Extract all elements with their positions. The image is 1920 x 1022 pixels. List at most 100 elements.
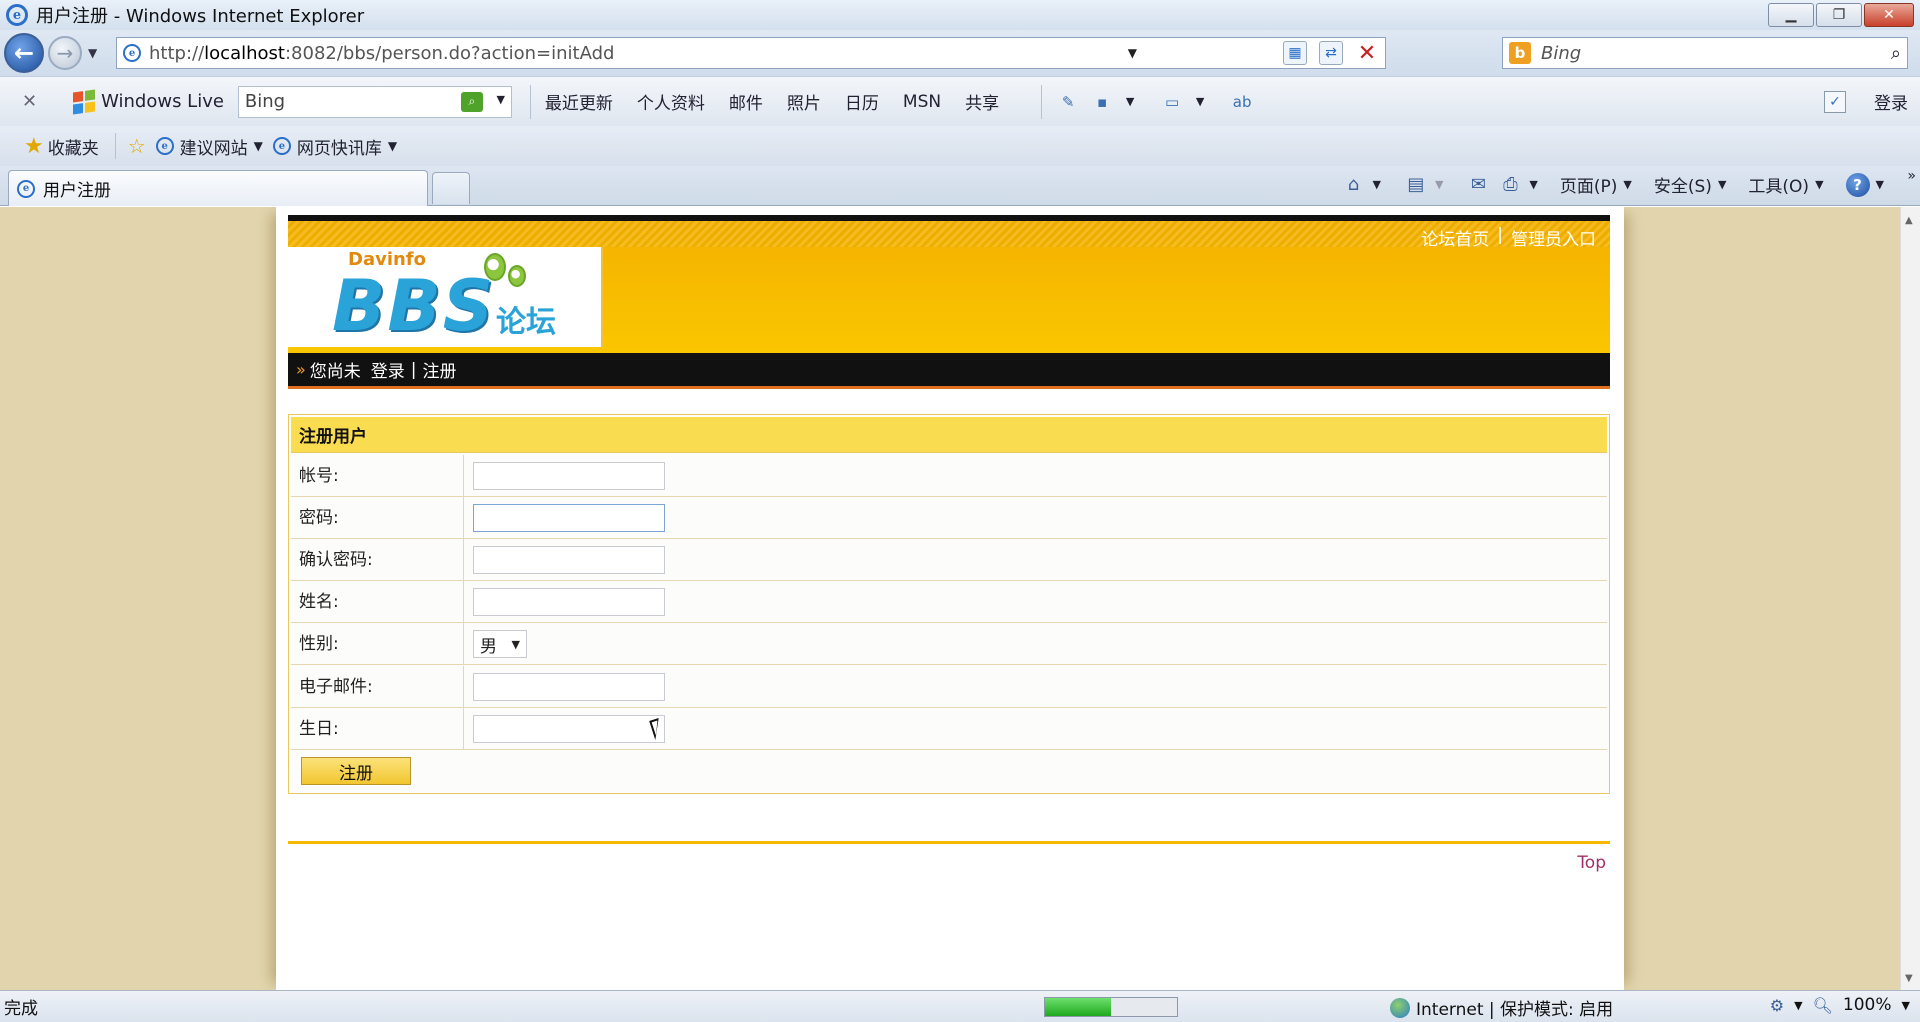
back-to-top-link[interactable]: Top: [1577, 853, 1606, 873]
security-zone[interactable]: Internet | 保护模式: 启用: [1390, 995, 1613, 1020]
stop-icon[interactable]: ✕: [1355, 41, 1379, 66]
settings-icon[interactable]: ⚙: [1770, 996, 1784, 1015]
password-input[interactable]: [473, 504, 665, 532]
forward-button[interactable]: →: [48, 36, 82, 70]
compatibility-view-icon[interactable]: ▦: [1283, 41, 1307, 65]
home-icon[interactable]: ⌂: [1340, 173, 1366, 197]
window-dropdown-icon[interactable]: ▼: [1194, 91, 1206, 113]
nav-register-link[interactable]: 注册: [423, 357, 457, 382]
settings-dropdown-icon[interactable]: ▼: [1794, 999, 1802, 1012]
page-icon: e: [123, 44, 141, 62]
windows-live-label[interactable]: Windows Live: [101, 91, 224, 112]
url-text[interactable]: http://localhost:8082/bbs/person.do?acti…: [149, 43, 614, 64]
read-mail-icon[interactable]: ✉: [1465, 173, 1491, 197]
live-login-link[interactable]: 登录: [1874, 89, 1908, 114]
confirm-password-input[interactable]: [473, 546, 665, 574]
register-submit-button[interactable]: 注册: [301, 757, 411, 785]
window-titlebar: e 用户注册 - Windows Internet Explorer ▁ ❐ ✕: [0, 0, 1920, 30]
minimize-button[interactable]: ▁: [1768, 3, 1814, 27]
favorites-divider: [114, 133, 116, 159]
link-profile[interactable]: 个人资料: [637, 89, 705, 114]
row-divider: [463, 666, 464, 708]
close-toolbar-icon[interactable]: ✕: [22, 91, 37, 112]
birthday-input[interactable]: [473, 715, 665, 743]
help-icon[interactable]: ?: [1845, 172, 1870, 197]
live-search-dropdown-icon[interactable]: ▼: [496, 93, 504, 106]
window-title: 用户注册 - Windows Internet Explorer: [36, 6, 365, 27]
tab-register[interactable]: e 用户注册: [8, 170, 428, 206]
gender-value: 男: [480, 636, 497, 657]
safety-menu[interactable]: 安全(S): [1654, 172, 1712, 197]
link-msn[interactable]: MSN: [903, 92, 941, 112]
scroll-up-icon[interactable]: ▲: [1905, 215, 1913, 226]
home-dropdown-icon[interactable]: ▼: [1372, 178, 1380, 191]
header-stripes: [288, 221, 1610, 247]
zoom-level[interactable]: 100%: [1843, 995, 1892, 1015]
back-button[interactable]: ←: [4, 33, 44, 73]
link-photos[interactable]: 照片: [787, 89, 821, 114]
help-dropdown-icon[interactable]: ▼: [1876, 178, 1884, 191]
translate-icon[interactable]: ab: [1230, 91, 1254, 113]
ie-logo-icon: e: [6, 4, 28, 26]
favorites-star-icon[interactable]: ★: [24, 134, 44, 159]
admin-entry-link[interactable]: 管理员入口: [1511, 225, 1596, 250]
email-input[interactable]: [473, 673, 665, 701]
site-header: 论坛首页 | 管理员入口 Davinfo BBS 论坛: [288, 215, 1610, 353]
favorites-bar: ★ 收藏夹 ☆ e 建议网站 ▼ e 网页快讯库 ▼: [0, 126, 1920, 166]
history-dropdown-icon[interactable]: ▼: [88, 46, 97, 60]
nav-login-link[interactable]: 登录: [371, 357, 405, 382]
name-input[interactable]: [473, 588, 665, 616]
tools-menu[interactable]: 工具(O): [1748, 172, 1809, 197]
account-input[interactable]: [473, 462, 665, 490]
bbs-page: 论坛首页 | 管理员入口 Davinfo BBS 论坛 » 您尚未 登录 | 注…: [276, 207, 1624, 990]
feeds-dropdown-icon[interactable]: ▼: [1435, 178, 1443, 191]
url-field[interactable]: e http://localhost:8082/bbs/person.do?ac…: [116, 37, 1386, 69]
favorite-label: 网页快讯库: [296, 138, 382, 159]
favorite-suggested-sites[interactable]: e 建议网站 ▼: [155, 134, 263, 159]
zoom-icon[interactable]: 🔍︎: [1813, 996, 1833, 1015]
feeds-icon[interactable]: ▤: [1403, 173, 1429, 197]
favorite-web-slice-gallery[interactable]: e 网页快讯库 ▼: [272, 134, 397, 159]
progress-fill: [1045, 998, 1111, 1016]
nav-separator: |: [410, 359, 417, 380]
refresh-icon[interactable]: ⇄: [1319, 41, 1343, 65]
live-search-input[interactable]: Bing ⌕ ▼: [237, 85, 512, 118]
checkbox-icon[interactable]: ✓: [1824, 90, 1846, 113]
command-bar: ⌂ ▼ ▤ ▼ ✉ ⎙ ▼ 页面(P) ▼ 安全(S) ▼ 工具(O) ▼ ? …: [1340, 172, 1900, 197]
widgets-icon[interactable]: ▪: [1090, 91, 1114, 113]
forum-home-link[interactable]: 论坛首页: [1421, 225, 1489, 250]
link-share[interactable]: 共享: [965, 89, 999, 114]
vertical-scrollbar[interactable]: ▲ ▼: [1900, 207, 1920, 990]
page-viewport: 论坛首页 | 管理员入口 Davinfo BBS 论坛 » 您尚未 登录 | 注…: [0, 207, 1900, 990]
favorites-button[interactable]: 收藏夹: [48, 134, 99, 159]
link-calendar[interactable]: 日历: [845, 89, 879, 114]
tools-dropdown-icon[interactable]: ▼: [1815, 178, 1823, 191]
status-text: 完成: [4, 999, 38, 1019]
field-row-account: 帐号:: [291, 455, 1607, 497]
print-dropdown-icon[interactable]: ▼: [1529, 178, 1537, 191]
toolbar-overflow-icon[interactable]: »: [1907, 168, 1916, 184]
new-tab-button[interactable]: [432, 172, 470, 204]
url-dropdown-icon[interactable]: ▼: [1128, 46, 1137, 60]
register-form: 注册用户 帐号: 密码: 确认密码: 姓名: 性别: 男 ▼ 电子邮件: 生日:…: [288, 414, 1610, 794]
widgets-dropdown-icon[interactable]: ▼: [1124, 91, 1136, 113]
gender-select[interactable]: 男 ▼: [473, 630, 527, 658]
safety-dropdown-icon[interactable]: ▼: [1718, 178, 1726, 191]
search-field[interactable]: b Bing ⌕: [1502, 37, 1908, 69]
scroll-down-icon[interactable]: ▼: [1905, 973, 1913, 984]
live-search-icon[interactable]: ⌕: [460, 91, 483, 112]
zoom-dropdown-icon[interactable]: ▼: [1902, 999, 1910, 1012]
print-icon[interactable]: ⎙: [1497, 173, 1523, 197]
window-icon[interactable]: ▭: [1160, 91, 1184, 113]
birthday-label: 生日:: [299, 719, 339, 739]
close-button[interactable]: ✕: [1864, 3, 1914, 27]
link-recent[interactable]: 最近更新: [545, 89, 613, 114]
search-icon[interactable]: ⌕: [1891, 43, 1901, 64]
add-favorite-icon[interactable]: ☆: [128, 134, 146, 158]
link-mail[interactable]: 邮件: [729, 89, 763, 114]
edit-icon[interactable]: ✎: [1056, 91, 1080, 113]
restore-button[interactable]: ❐: [1816, 3, 1862, 27]
page-dropdown-icon[interactable]: ▼: [1623, 178, 1631, 191]
page-menu[interactable]: 页面(P): [1560, 172, 1618, 197]
row-divider: [463, 708, 464, 750]
